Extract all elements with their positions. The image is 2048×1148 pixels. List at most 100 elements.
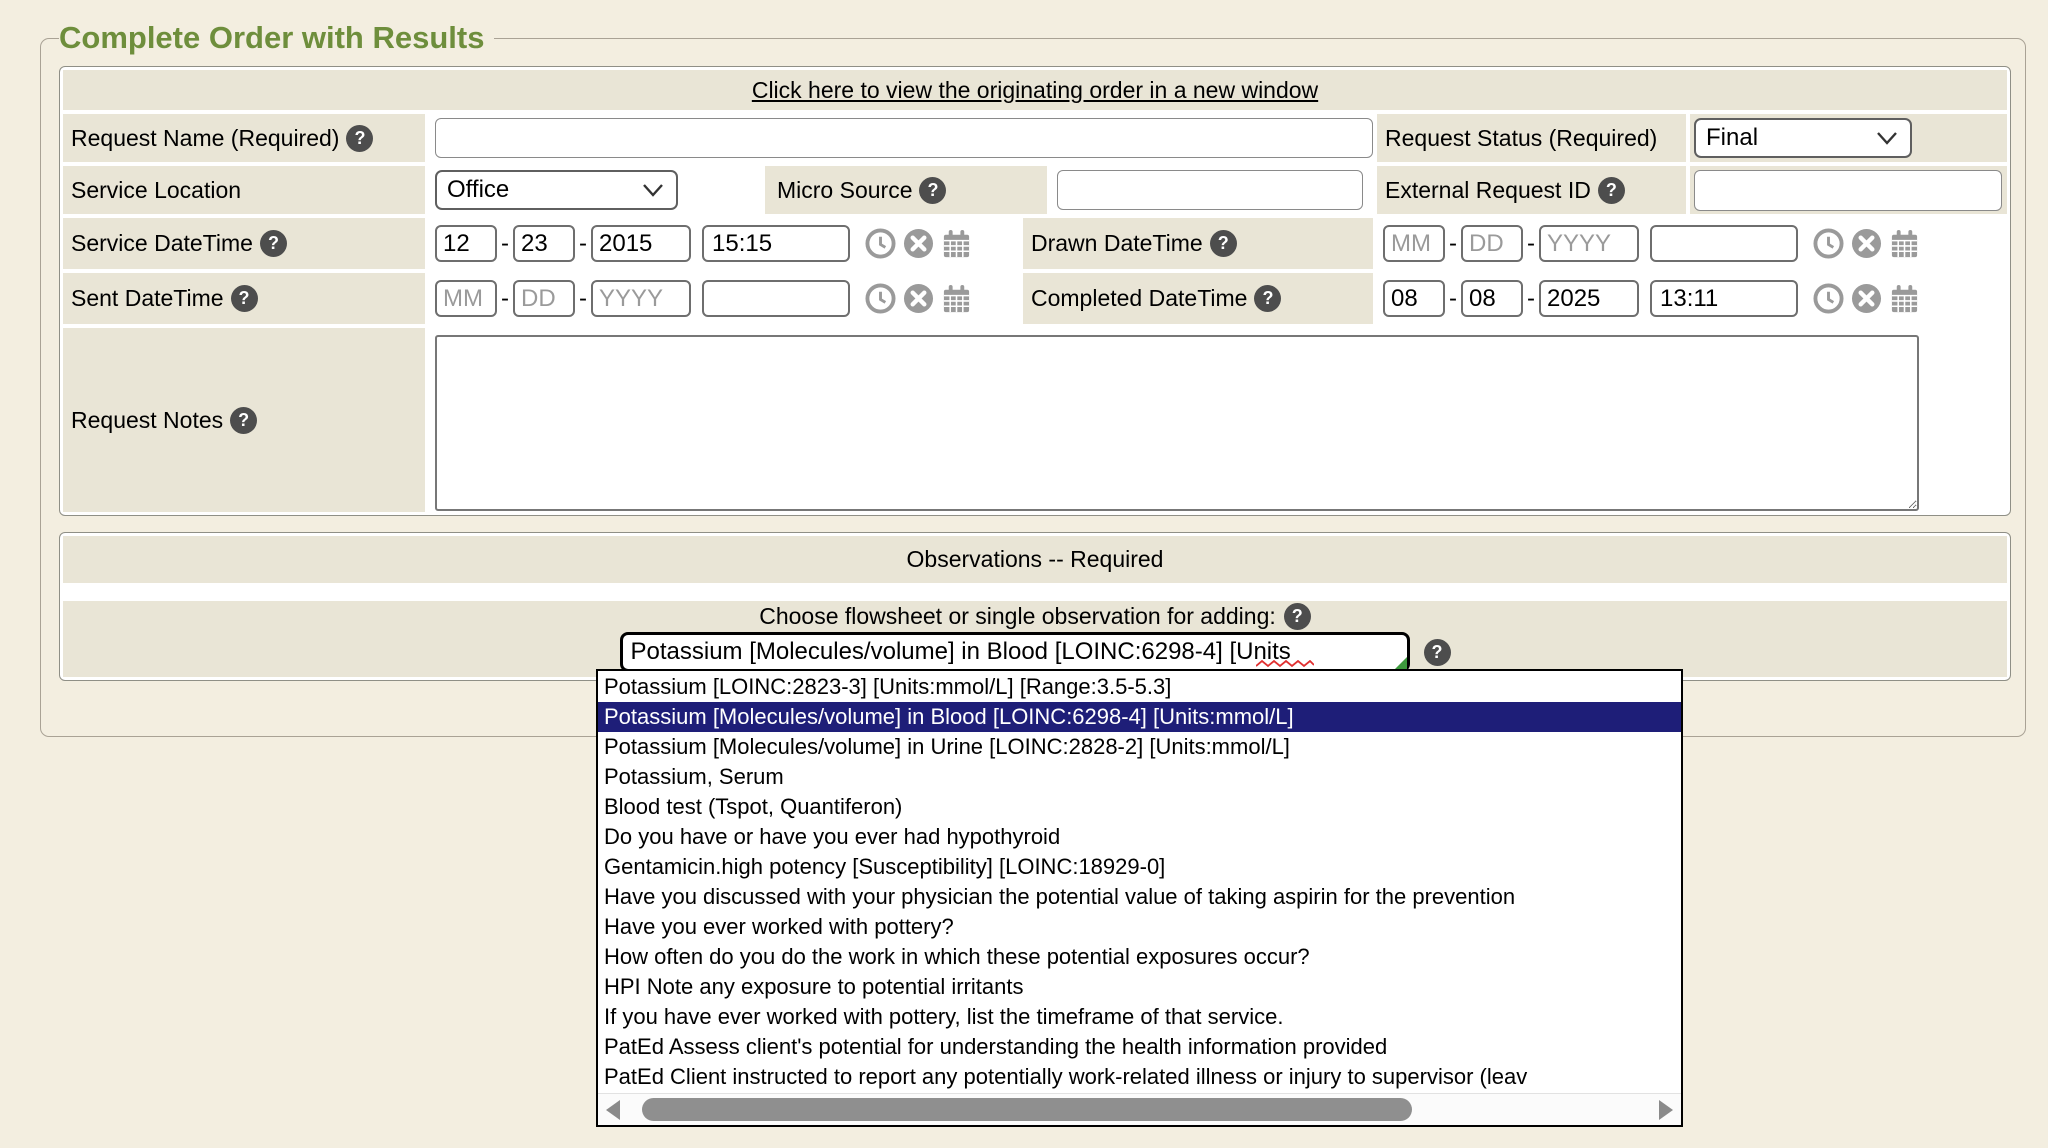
list-item[interactable]: Potassium [LOINC:2823-3] [Units:mmol/L] …	[598, 672, 1681, 702]
micro-source-input[interactable]	[1057, 170, 1363, 210]
page-title: Complete Order with Results	[59, 20, 494, 56]
service-location-select[interactable]: Office	[435, 170, 678, 210]
list-item[interactable]: PatEd Client instructed to report any po…	[598, 1062, 1681, 1092]
request-status-select[interactable]: Final	[1694, 118, 1912, 158]
order-form-table: Click here to view the originating order…	[59, 66, 2011, 516]
help-icon[interactable]: ?	[1598, 177, 1625, 204]
observation-autocomplete-list: Potassium [LOINC:2823-3] [Units:mmol/L] …	[596, 669, 1683, 1127]
clear-icon[interactable]	[1851, 228, 1882, 259]
sent-datetime-label: Sent DateTime	[71, 285, 224, 312]
service-datetime-cell: - -	[429, 218, 1019, 269]
service-datetime-label-cell: Service DateTime ?	[63, 218, 425, 269]
clock-icon[interactable]	[1813, 228, 1844, 259]
calendar-icon[interactable]	[941, 283, 972, 314]
list-item[interactable]: Have you ever worked with pottery?	[598, 912, 1681, 942]
sent-time-input[interactable]	[702, 280, 850, 317]
request-name-input[interactable]	[435, 118, 1373, 158]
help-icon[interactable]: ?	[1284, 603, 1311, 630]
sent-datetime-label-cell: Sent DateTime ?	[63, 273, 425, 324]
calendar-icon[interactable]	[1889, 228, 1920, 259]
drawn-month-input[interactable]	[1383, 225, 1445, 262]
request-name-label-cell: Request Name (Required) ?	[63, 114, 425, 162]
drawn-datetime-label: Drawn DateTime	[1031, 230, 1203, 257]
view-originating-order-link[interactable]: Click here to view the originating order…	[752, 77, 1318, 104]
completed-datetime-label-cell: Completed DateTime ?	[1023, 273, 1373, 324]
request-notes-label: Request Notes	[71, 407, 223, 434]
clock-icon[interactable]	[1813, 283, 1844, 314]
completed-datetime-label: Completed DateTime	[1031, 285, 1247, 312]
help-icon[interactable]: ?	[1424, 639, 1451, 666]
list-item[interactable]: How often do you do the work in which th…	[598, 942, 1681, 972]
observations-box: Observations -- Required Choose flowshee…	[59, 532, 2011, 681]
clear-icon[interactable]	[903, 283, 934, 314]
drawn-day-input[interactable]	[1461, 225, 1523, 262]
drawn-year-input[interactable]	[1539, 225, 1639, 262]
request-status-label-cell: Request Status (Required)	[1377, 114, 1686, 162]
external-request-id-label: External Request ID	[1385, 177, 1591, 204]
help-icon[interactable]: ?	[346, 125, 373, 152]
service-time-input[interactable]	[702, 225, 850, 262]
list-item[interactable]: Blood test (Tspot, Quantiferon)	[598, 792, 1681, 822]
sent-year-input[interactable]	[591, 280, 691, 317]
clear-icon[interactable]	[1851, 283, 1882, 314]
completed-day-input[interactable]	[1461, 280, 1523, 317]
help-icon[interactable]: ?	[260, 230, 287, 257]
observation-search-input[interactable]	[620, 632, 1410, 672]
observations-divider	[63, 587, 2007, 597]
help-icon[interactable]: ?	[231, 285, 258, 312]
request-status-label: Request Status (Required)	[1385, 125, 1657, 152]
help-icon[interactable]: ?	[230, 407, 257, 434]
list-item[interactable]: Potassium [Molecules/volume] in Urine [L…	[598, 732, 1681, 762]
help-icon[interactable]: ?	[1210, 230, 1237, 257]
request-name-label: Request Name (Required)	[71, 125, 339, 152]
list-item[interactable]: Do you have or have you ever had hypothy…	[598, 822, 1681, 852]
help-icon[interactable]: ?	[919, 177, 946, 204]
clear-icon[interactable]	[903, 228, 934, 259]
list-item[interactable]: Gentamicin.high potency [Susceptibility]…	[598, 852, 1681, 882]
scroll-left-icon[interactable]	[606, 1100, 620, 1120]
micro-source-cell	[1051, 166, 1373, 214]
clock-icon[interactable]	[865, 228, 896, 259]
service-year-input[interactable]	[591, 225, 691, 262]
list-item[interactable]: PatEd Assess client's potential for unde…	[598, 1032, 1681, 1062]
autocomplete-items: Potassium [LOINC:2823-3] [Units:mmol/L] …	[598, 672, 1681, 1092]
list-item[interactable]: Have you discussed with your physician t…	[598, 882, 1681, 912]
list-item[interactable]: If you have ever worked with pottery, li…	[598, 1002, 1681, 1032]
list-item[interactable]: Potassium, Serum	[598, 762, 1681, 792]
completed-datetime-cell: - -	[1377, 273, 2007, 324]
drawn-time-input[interactable]	[1650, 225, 1798, 262]
complete-order-page: Complete Order with Results Click here t…	[0, 0, 2048, 1148]
external-request-id-label-cell: External Request ID ?	[1377, 166, 1686, 214]
service-month-input[interactable]	[435, 225, 497, 262]
chevron-down-icon	[642, 183, 664, 197]
originating-order-row: Click here to view the originating order…	[63, 70, 2007, 110]
drawn-datetime-label-cell: Drawn DateTime ?	[1023, 218, 1373, 269]
scrollbar-thumb[interactable]	[642, 1098, 1412, 1121]
service-datetime-label: Service DateTime	[71, 230, 253, 257]
list-item[interactable]: Potassium [Molecules/volume] in Blood [L…	[598, 702, 1681, 732]
observations-header: Observations -- Required	[63, 536, 2007, 583]
completed-year-input[interactable]	[1539, 280, 1639, 317]
drawn-datetime-cell: - -	[1377, 218, 2007, 269]
horizontal-scrollbar[interactable]	[598, 1093, 1681, 1125]
completed-month-input[interactable]	[1383, 280, 1445, 317]
help-icon[interactable]: ?	[1254, 285, 1281, 312]
calendar-icon[interactable]	[941, 228, 972, 259]
clock-icon[interactable]	[865, 283, 896, 314]
micro-source-label-cell: Micro Source ?	[765, 166, 1047, 214]
request-status-cell: Final	[1690, 114, 2007, 162]
completed-time-input[interactable]	[1650, 280, 1798, 317]
list-item[interactable]: HPI Note any exposure to potential irrit…	[598, 972, 1681, 1002]
service-day-input[interactable]	[513, 225, 575, 262]
service-location-label-cell: Service Location	[63, 166, 425, 214]
chevron-down-icon	[1876, 131, 1898, 145]
calendar-icon[interactable]	[1889, 283, 1920, 314]
sent-month-input[interactable]	[435, 280, 497, 317]
scroll-right-icon[interactable]	[1659, 1100, 1673, 1120]
request-notes-textarea[interactable]	[435, 335, 1919, 511]
sent-datetime-cell: - -	[429, 273, 1019, 324]
request-name-cell	[429, 114, 1373, 162]
micro-source-label: Micro Source	[777, 177, 912, 204]
external-request-id-input[interactable]	[1694, 170, 2002, 211]
sent-day-input[interactable]	[513, 280, 575, 317]
